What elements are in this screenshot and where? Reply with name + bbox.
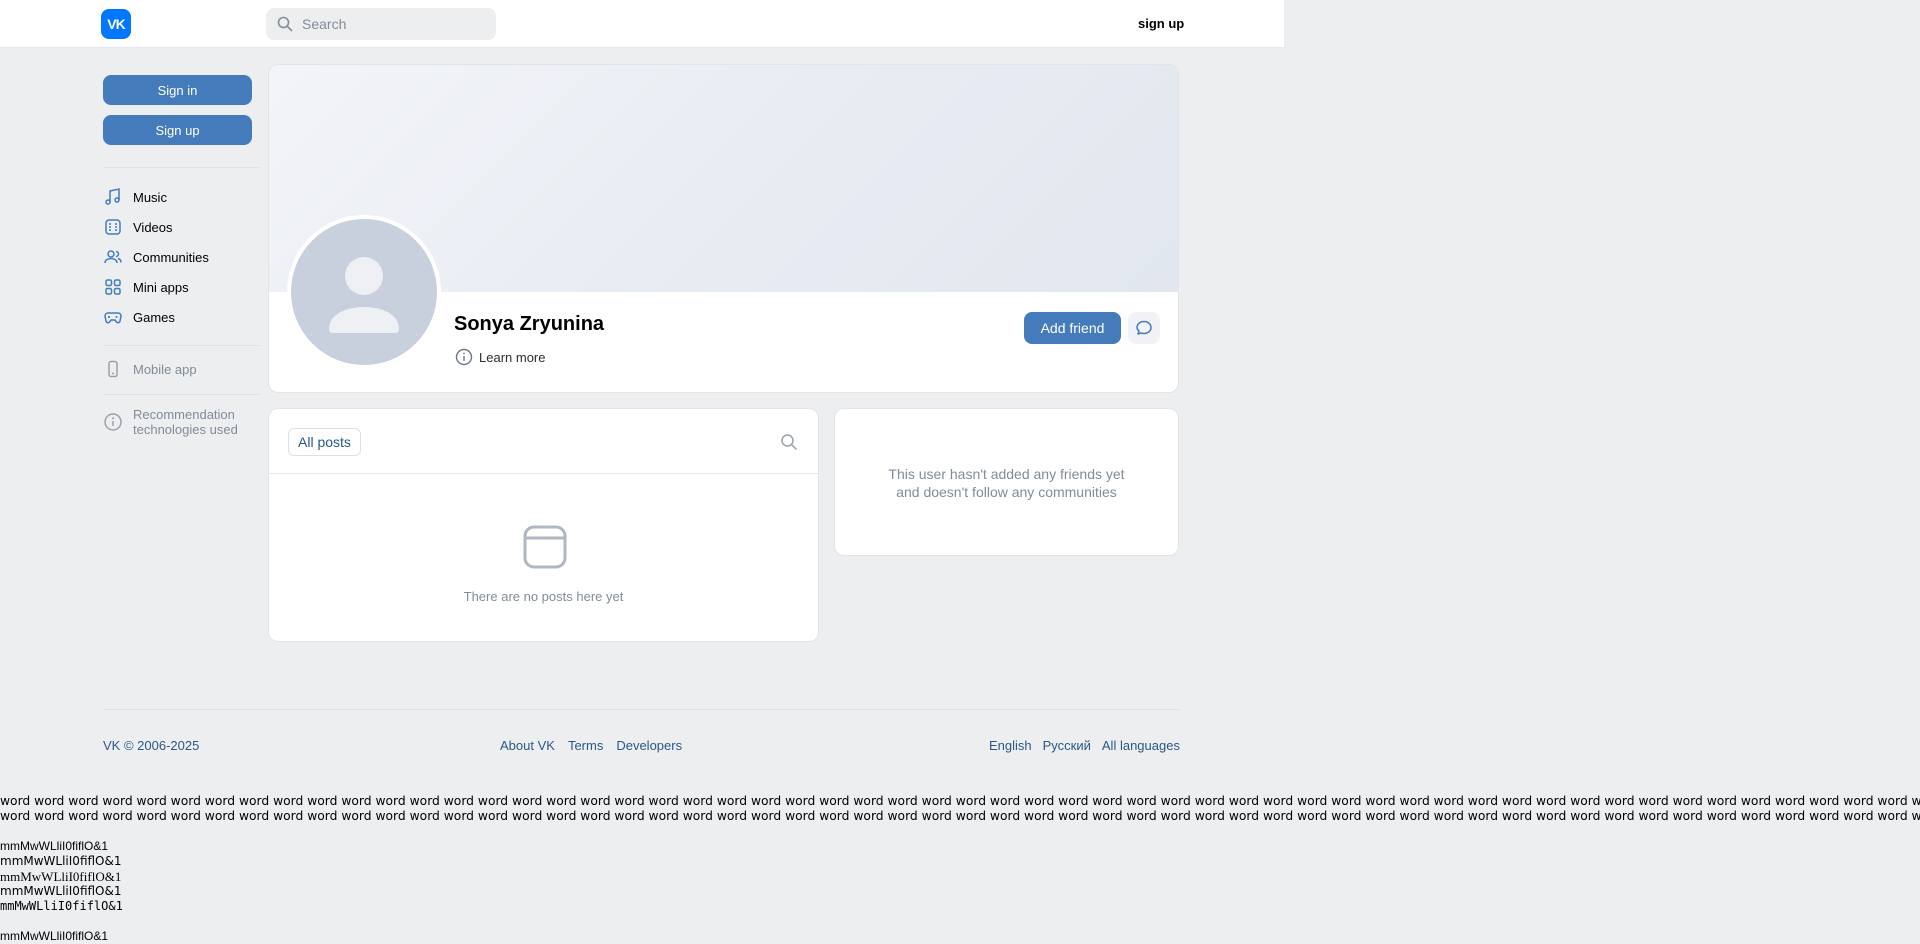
- footer-languages: English Русский All languages: [989, 738, 1180, 753]
- sidebar-item-mini-apps[interactable]: Mini apps: [103, 273, 259, 301]
- search-icon: [277, 16, 293, 32]
- phone-icon: [103, 359, 123, 379]
- footer-copyright[interactable]: VK © 2006-2025: [103, 738, 199, 753]
- sidebar-item-communities[interactable]: Communities: [103, 243, 259, 271]
- glyph-line: mmMwWLliI0fiflO&1: [0, 884, 122, 898]
- glyph-line: [0, 914, 123, 929]
- footer-link-developers[interactable]: Developers: [616, 738, 682, 753]
- footer-links: About VK Terms Developers: [500, 738, 682, 753]
- sidebar-item-label: Videos: [133, 219, 173, 235]
- empty-friends-line: and doesn't follow any communities: [896, 484, 1117, 500]
- video-icon: [103, 217, 123, 237]
- sidebar-item-videos[interactable]: Videos: [103, 213, 259, 241]
- glyph-line: mmMwWLliI0fiflO&1: [0, 854, 122, 868]
- search-icon[interactable]: [780, 433, 798, 451]
- top-header: VK sign up: [0, 0, 1284, 48]
- sidebar-item-label: Communities: [133, 249, 209, 265]
- footer-link-terms[interactable]: Terms: [568, 738, 603, 753]
- recommendation-label: Recommendation technologies used: [133, 407, 238, 437]
- glyph-line: mmMwWLliI0fiflO&1: [0, 929, 109, 943]
- learn-more-link[interactable]: Learn more: [455, 348, 545, 366]
- sidebar-divider: [103, 394, 259, 395]
- gamepad-icon: [103, 307, 123, 327]
- empty-friends-text: This user hasn't added any friends yet a…: [835, 465, 1178, 501]
- music-note-icon: [103, 187, 123, 207]
- info-icon: [103, 412, 123, 432]
- sidebar-item-label: Mobile app: [133, 361, 197, 377]
- language-english[interactable]: English: [989, 738, 1032, 753]
- sidebar-divider: [103, 345, 259, 346]
- profile-card: Sonya Zryunina Learn more Add friend: [268, 64, 1179, 393]
- sidebar-item-games[interactable]: Games: [103, 303, 259, 331]
- sidebar-item-recommendation[interactable]: Recommendation technologies used: [103, 407, 263, 437]
- sign-in-button[interactable]: Sign in: [103, 75, 252, 105]
- language-russian[interactable]: Русский: [1043, 738, 1091, 753]
- users-icon: [103, 247, 123, 267]
- search-box[interactable]: [266, 8, 496, 40]
- glyph-line: mmMwWLliI0fiflO&1: [0, 899, 123, 913]
- avatar[interactable]: [287, 215, 441, 369]
- apps-grid-icon: [103, 277, 123, 297]
- sign-up-button[interactable]: Sign up: [103, 115, 252, 145]
- sidebar-item-label: Mini apps: [133, 279, 189, 295]
- search-input[interactable]: [302, 16, 482, 32]
- vk-logo[interactable]: VK: [101, 9, 131, 39]
- footer-divider: [103, 709, 1179, 710]
- add-friend-button[interactable]: Add friend: [1024, 312, 1121, 344]
- glyph-line: mmMwWLliI0fiflO&1: [0, 839, 109, 853]
- profile-name: Sonya Zryunina: [454, 313, 605, 335]
- language-all[interactable]: All languages: [1102, 738, 1180, 753]
- sidebar-item-label: Music: [133, 189, 167, 205]
- message-button[interactable]: [1128, 312, 1160, 344]
- recommendation-line: Recommendation: [133, 407, 235, 422]
- friends-card: This user hasn't added any friends yet a…: [834, 408, 1179, 556]
- posts-divider: [269, 473, 818, 474]
- empty-posts-text: There are no posts here yet: [463, 589, 624, 604]
- default-user-icon: [329, 257, 399, 333]
- word-line: word word word word word word word word …: [0, 794, 1920, 808]
- sidebar-item-mobile-app[interactable]: Mobile app: [103, 355, 259, 383]
- glyph-test-block: mmMwWLliI0fiflO&1 mmMwWLliI0fiflO&1 mmMw…: [0, 839, 123, 944]
- empty-posts-icon: [523, 525, 567, 569]
- word-line: word word word word word word word word …: [0, 809, 1920, 823]
- footer-link-about[interactable]: About VK: [500, 738, 555, 753]
- word-test-block: word word word word word word word word …: [0, 794, 1920, 824]
- sidebar-item-music[interactable]: Music: [103, 183, 259, 211]
- posts-card: All posts There are no posts here yet: [268, 408, 819, 642]
- learn-more-label: Learn more: [479, 349, 546, 365]
- sidebar-item-label: Games: [133, 309, 175, 325]
- info-icon: [455, 348, 473, 366]
- glyph-line: mmMwWLliI0fiflO&1: [0, 869, 122, 884]
- tab-all-posts[interactable]: All posts: [288, 428, 361, 456]
- sidebar-divider: [103, 167, 259, 168]
- empty-friends-line: This user hasn't added any friends yet: [888, 466, 1125, 482]
- message-bubble-icon: [1136, 320, 1152, 335]
- header-signup-link[interactable]: sign up: [1138, 16, 1184, 31]
- recommendation-line: technologies used: [133, 422, 238, 437]
